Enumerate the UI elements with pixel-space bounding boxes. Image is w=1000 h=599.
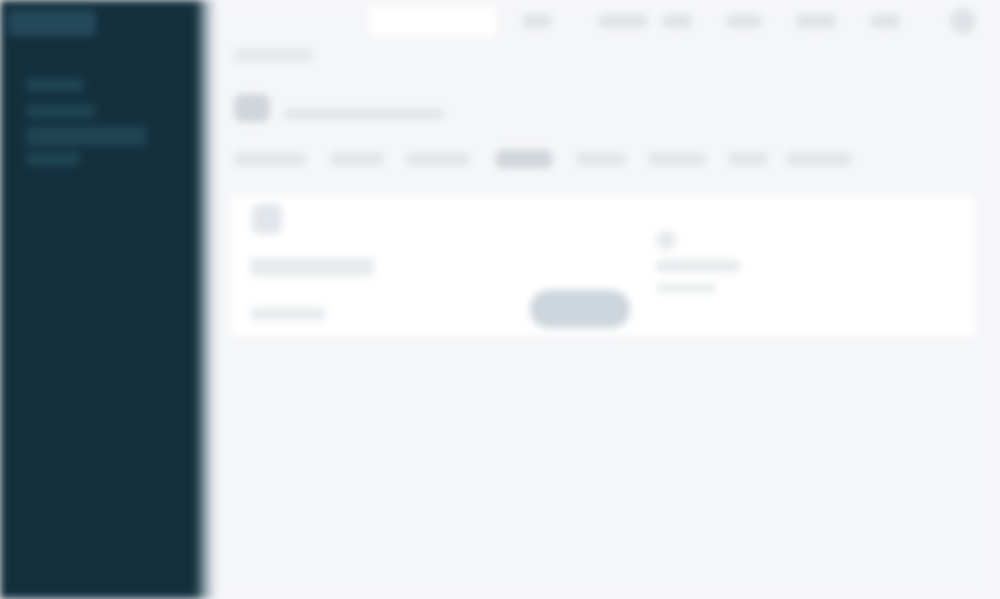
page-title xyxy=(284,108,444,120)
topbar-item-3[interactable] xyxy=(662,14,692,28)
tab-2[interactable] xyxy=(330,152,384,166)
card-subtext xyxy=(250,308,326,320)
tab-6[interactable] xyxy=(648,152,706,166)
card-right-text xyxy=(656,284,716,292)
topbar-item-1[interactable] xyxy=(522,14,552,28)
tab-bar xyxy=(234,146,854,176)
tab-8[interactable] xyxy=(786,152,852,166)
app-window xyxy=(0,0,1000,599)
card-right-panel xyxy=(642,196,975,336)
sidebar-item-1[interactable] xyxy=(26,78,84,92)
topbar-item-2[interactable] xyxy=(598,14,648,28)
search-input[interactable] xyxy=(370,6,496,36)
tab-7[interactable] xyxy=(728,152,768,166)
content-card xyxy=(230,196,975,336)
tab-4[interactable] xyxy=(496,150,552,168)
user-avatar-icon[interactable] xyxy=(950,8,976,34)
tab-1[interactable] xyxy=(234,152,306,166)
card-right-heading xyxy=(656,260,740,272)
tab-5[interactable] xyxy=(576,152,626,166)
tab-3[interactable] xyxy=(406,152,470,166)
page-avatar-icon xyxy=(234,94,270,122)
topbar-item-6[interactable] xyxy=(870,14,900,28)
card-icon xyxy=(252,204,282,234)
card-heading xyxy=(250,258,374,276)
top-bar xyxy=(210,0,1000,42)
sidebar-edge-shadow xyxy=(195,0,217,599)
topbar-item-5[interactable] xyxy=(796,14,836,28)
app-logo-icon[interactable] xyxy=(8,10,96,36)
sidebar-item-4[interactable] xyxy=(26,152,80,166)
breadcrumb[interactable] xyxy=(234,48,314,62)
topbar-item-4[interactable] xyxy=(726,14,762,28)
sidebar xyxy=(0,0,205,599)
card-action-button[interactable] xyxy=(530,290,630,328)
info-icon xyxy=(656,230,676,250)
sidebar-item-2[interactable] xyxy=(26,104,96,118)
sidebar-item-3[interactable] xyxy=(26,126,146,146)
main-content xyxy=(210,0,1000,599)
